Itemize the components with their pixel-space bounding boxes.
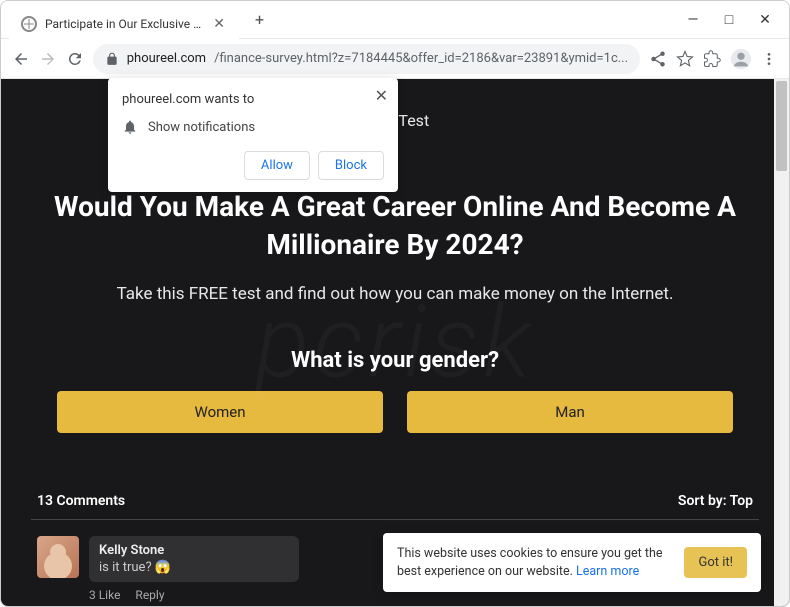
- url-path: /finance-survey.html?z=7184445&offer_id=…: [214, 51, 628, 66]
- option-women-button[interactable]: Women: [57, 391, 383, 433]
- minimize-button[interactable]: —: [685, 6, 701, 34]
- browser-tab[interactable]: Participate in Our Exclusive Onlin ✕: [9, 9, 239, 39]
- cookie-banner: This website uses cookies to ensure you …: [383, 533, 761, 592]
- subhead: Take this FREE test and find out how you…: [31, 284, 759, 304]
- kebab-icon: [761, 51, 777, 67]
- new-tab-button[interactable]: +: [247, 6, 272, 33]
- close-window-button[interactable]: ✕: [757, 6, 773, 34]
- comment-text: is it true? 😱: [99, 560, 289, 575]
- extensions-button[interactable]: [703, 45, 722, 73]
- cookie-accept-button[interactable]: Got it!: [684, 547, 747, 578]
- address-bar[interactable]: phoureel.com/finance-survey.html?z=71844…: [93, 44, 640, 74]
- reload-icon: [66, 50, 84, 68]
- menu-button[interactable]: [760, 45, 779, 73]
- comments-count: 13 Comments: [37, 493, 125, 509]
- headline: Would You Make A Great Career Online And…: [31, 188, 759, 264]
- arrow-left-icon: [12, 50, 30, 68]
- bell-icon: [122, 119, 138, 135]
- scrollbar[interactable]: [774, 79, 789, 606]
- comment-author[interactable]: Kelly Stone: [99, 543, 289, 558]
- share-icon: [649, 50, 667, 68]
- notification-origin: phoureel.com wants to: [122, 92, 384, 107]
- bookmark-button[interactable]: [675, 45, 694, 73]
- star-icon: [676, 50, 694, 68]
- block-button[interactable]: Block: [318, 151, 384, 180]
- back-button[interactable]: [11, 45, 30, 73]
- arrow-right-icon: [39, 50, 57, 68]
- notification-permission-popup: ✕ phoureel.com wants to Show notificatio…: [108, 78, 398, 192]
- scrollbar-thumb[interactable]: [776, 81, 787, 171]
- reload-button[interactable]: [66, 45, 85, 73]
- share-button[interactable]: [648, 45, 667, 73]
- avatar-icon: [730, 48, 752, 70]
- like-button[interactable]: 3 Like: [89, 588, 120, 602]
- allow-button[interactable]: Allow: [244, 151, 310, 180]
- forward-button[interactable]: [38, 45, 57, 73]
- question: What is your gender?: [31, 348, 759, 373]
- notification-close-icon[interactable]: ✕: [375, 86, 388, 105]
- tab-title: Participate in Our Exclusive Onlin: [45, 17, 203, 31]
- tab-close-icon[interactable]: ✕: [211, 16, 227, 32]
- maximize-button[interactable]: □: [721, 6, 737, 34]
- notification-message: Show notifications: [148, 120, 255, 135]
- url-domain: phoureel.com: [127, 51, 206, 66]
- titlebar: Participate in Our Exclusive Onlin ✕ + —…: [1, 1, 789, 39]
- profile-button[interactable]: [730, 45, 752, 73]
- puzzle-icon: [703, 50, 721, 68]
- comments-sort[interactable]: Sort by: Top: [678, 493, 753, 509]
- avatar[interactable]: [37, 536, 79, 578]
- cookie-learn-more-link[interactable]: Learn more: [576, 564, 639, 579]
- reply-button[interactable]: Reply: [135, 588, 164, 602]
- toolbar: phoureel.com/finance-survey.html?z=71844…: [1, 39, 789, 79]
- option-man-button[interactable]: Man: [407, 391, 733, 433]
- globe-icon: [21, 16, 37, 32]
- lock-icon: [105, 52, 119, 66]
